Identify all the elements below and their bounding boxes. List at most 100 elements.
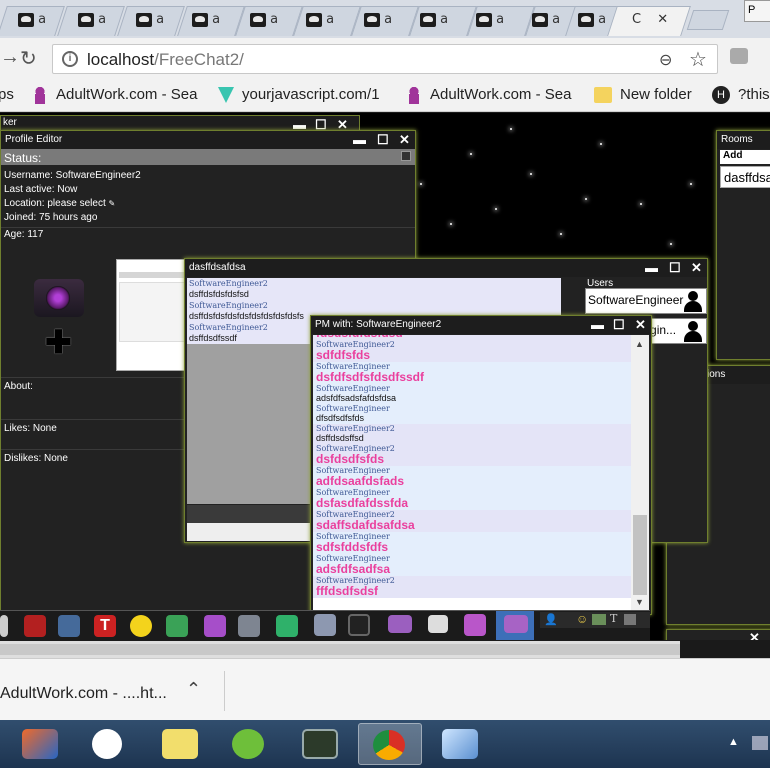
extension-icon[interactable] — [730, 48, 748, 64]
add-photo-icon[interactable]: ✚ — [45, 323, 72, 361]
minimize-icon[interactable]: ▬ — [353, 132, 366, 147]
close-icon[interactable]: ✕ — [691, 260, 702, 276]
taskbar-button[interactable] — [218, 723, 282, 765]
edit-status-icon[interactable] — [401, 151, 411, 161]
bookmark-item[interactable]: yourjavascript.com/1 — [218, 86, 380, 104]
avatar-icon — [682, 320, 704, 342]
headphones-icon[interactable] — [238, 615, 260, 637]
download-filename[interactable]: AdultWork.com - ....ht... — [0, 685, 167, 703]
close-icon[interactable]: ✕ — [749, 630, 760, 640]
user-icon[interactable]: 👤 — [544, 613, 558, 626]
minimize-icon[interactable]: ▬ — [645, 260, 658, 275]
message-username[interactable]: SoftwareEngineer2 — [189, 300, 561, 311]
scroll-up-icon[interactable]: ▲ — [635, 339, 644, 349]
h-icon: H — [712, 86, 730, 105]
people-icon[interactable] — [58, 615, 80, 637]
close-icon[interactable]: ✕ — [399, 132, 410, 148]
taskbar-button[interactable] — [78, 723, 142, 765]
info-icon[interactable]: i — [62, 51, 78, 67]
room-message: SoftwareEngineer2 dsffdsfdsfdsfsd — [187, 278, 561, 300]
comments-icon[interactable] — [428, 615, 448, 633]
pm-message-text: adsfdfsadfsa — [316, 562, 391, 576]
site-favicon-icon — [192, 12, 208, 27]
pm-message-list[interactable]: fdsdsfdfdsfdsd SoftwareEngineer2sdfdfsfd… — [313, 335, 631, 611]
pm-scrollbar[interactable]: ▲ ▼ — [631, 335, 649, 611]
taskbar-button[interactable] — [148, 723, 212, 765]
image-icon[interactable] — [592, 614, 606, 625]
maximize-icon[interactable]: ☐ — [613, 317, 625, 333]
color-icon[interactable] — [624, 614, 636, 625]
pm-message-text: fffdsdfsdsf — [316, 584, 378, 598]
rooms-title: Rooms — [721, 134, 753, 145]
new-tab-button[interactable] — [686, 10, 730, 30]
forward-icon[interactable]: → — [0, 46, 20, 69]
user-list-item[interactable]: SoftwareEngineer — [585, 288, 707, 314]
maps-icon[interactable] — [166, 615, 188, 637]
video-chat-icon[interactable] — [276, 615, 298, 637]
pm-username[interactable]: SoftwareEngineer — [316, 384, 631, 393]
maximize-icon[interactable]: ☐ — [669, 260, 681, 276]
location-line[interactable]: Location: please select ✎ — [1, 197, 415, 211]
friends-icon[interactable] — [464, 614, 486, 636]
status-label: Status: — [4, 151, 42, 165]
tray-expand-icon[interactable]: ▲ — [728, 736, 739, 748]
message-username[interactable]: SoftwareEngineer2 — [189, 278, 561, 289]
text-tool-icon[interactable]: T — [94, 615, 116, 637]
profile-editor-titlebar[interactable]: Profile Editor ▬ ☐ ✕ — [1, 131, 415, 149]
pm-titlebar[interactable]: PM with: SoftwareEngineer2 ▬ ☐ ✕ — [311, 316, 651, 334]
scroll-thumb[interactable] — [0, 644, 680, 655]
bookmark-item[interactable]: ps — [0, 86, 14, 103]
room-send-area[interactable] — [187, 523, 323, 541]
chevron-up-icon[interactable]: ⌃ — [186, 679, 201, 700]
bookmark-star-icon[interactable]: ☆ — [689, 47, 707, 72]
taskbar-button[interactable] — [8, 723, 72, 765]
tray-flag-icon[interactable] — [752, 736, 768, 750]
chat-bubble-icon[interactable] — [388, 615, 412, 633]
room-list-item[interactable]: dasffdsa — [720, 166, 770, 188]
add-room-button[interactable]: Add — [720, 150, 770, 164]
scroll-thumb[interactable] — [633, 515, 647, 595]
scroll-down-icon[interactable]: ▼ — [635, 597, 644, 607]
webcam-icon[interactable] — [348, 614, 370, 636]
bookmark-item[interactable]: AdultWork.com - Sea — [32, 86, 197, 105]
taskbar-button-active[interactable] — [358, 723, 422, 765]
rooms-titlebar[interactable]: Rooms — [717, 131, 770, 149]
status-field[interactable]: Status: — [1, 149, 415, 165]
dock-app-icon[interactable] — [0, 615, 8, 637]
close-icon[interactable]: ✕ — [635, 317, 646, 333]
chrome-icon — [373, 730, 405, 760]
smiley-icon[interactable] — [130, 615, 152, 637]
windows-taskbar — [0, 720, 770, 768]
pm-username[interactable]: SoftwareEngineer — [316, 404, 631, 413]
close-tab-icon[interactable]: ✕ — [657, 12, 668, 27]
profile-photo-thumbnail[interactable] — [116, 259, 188, 371]
users-icon[interactable] — [314, 614, 336, 636]
tab-label: a — [598, 12, 607, 27]
pm-message-text: adsfdfsadsfafdsfdsa — [316, 393, 397, 403]
minimized-window[interactable]: ✕ — [666, 629, 770, 640]
bookmark-item[interactable]: H ?this — [712, 86, 770, 105]
zoom-icon[interactable]: ⊖ — [659, 50, 672, 70]
download-shelf: AdultWork.com - ....ht... ⌃ — [0, 658, 770, 720]
taskbar-button[interactable] — [288, 723, 352, 765]
camera-icon[interactable] — [34, 279, 84, 317]
location-edit-icon[interactable]: ✎ — [109, 199, 116, 208]
address-bar[interactable]: i localhost/FreeChat2/ ⊖ ☆ — [52, 44, 718, 74]
pm-username[interactable]: SoftwareEngineer2 — [316, 424, 631, 433]
folder-icon — [594, 87, 612, 104]
emoticon-icon[interactable]: ☺ — [576, 612, 588, 626]
shop-icon[interactable] — [24, 615, 46, 637]
font-icon[interactable]: T — [610, 612, 617, 625]
star-decoration — [670, 243, 672, 245]
taskbar-button[interactable] — [428, 723, 492, 765]
reload-icon[interactable]: ↻ — [20, 46, 37, 71]
page-horizontal-scrollbar[interactable] — [0, 641, 680, 658]
pm-message: SoftwareEngineer adfdsaafdsfads — [313, 466, 631, 488]
group-icon[interactable] — [204, 615, 226, 637]
bookmark-folder[interactable]: New folder — [594, 86, 692, 104]
private-chat-icon[interactable] — [504, 615, 528, 633]
minimize-icon[interactable]: ▬ — [591, 317, 604, 332]
maximize-icon[interactable]: ☐ — [377, 132, 389, 148]
room-chat-titlebar[interactable]: dasffdsafdsa ▬ ☐ ✕ — [185, 259, 707, 277]
bookmark-item[interactable]: AdultWork.com - Sea — [406, 86, 571, 105]
